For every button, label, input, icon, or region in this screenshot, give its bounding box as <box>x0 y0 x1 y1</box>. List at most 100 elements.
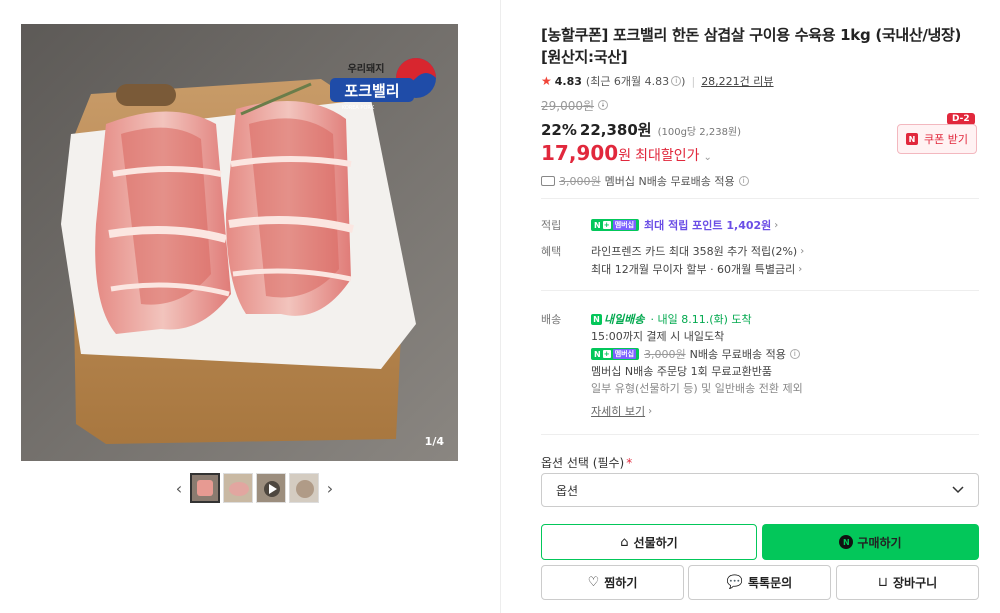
original-price: 29,000원 <box>541 98 595 113</box>
coupon-label: 쿠폰 받기 <box>924 133 968 146</box>
coupon-button[interactable]: N 쿠폰 받기 <box>897 124 977 154</box>
npay-n: N <box>594 349 601 359</box>
review-count-link[interactable]: 28,221건 리뷰 <box>701 73 773 89</box>
info-icon[interactable]: i <box>789 349 800 359</box>
svg-text:KOREA PORK: KOREA PORK <box>342 105 375 111</box>
more-details-text: 자세히 보기 <box>591 405 646 418</box>
exchange-text: 멤버십 N배송 주문당 1회 무료교환반품 <box>591 365 773 378</box>
option-select[interactable]: 옵션 <box>541 473 979 507</box>
buy-label: 구매하기 <box>857 535 902 550</box>
divider: | <box>691 74 696 88</box>
tomorrow-date: · 내일 8.11.(화) 도착 <box>650 313 752 326</box>
more-details-link[interactable]: 자세히 보기 › <box>591 403 652 419</box>
tomorrow-delivery-badge: N 내일배송 <box>591 311 644 327</box>
gift-button[interactable]: ⌂ 선물하기 <box>541 524 757 560</box>
required-mark: * <box>626 456 633 470</box>
rating-row: ★ 4.83 (최근 6개월 4.83 i ) | 28,221건 리뷰 <box>541 72 979 90</box>
product-title: [농할쿠폰] 포크밸리 한돈 삼겹살 구이용 수육용 1kg (국내산/냉장) … <box>541 26 962 66</box>
chevron-right-icon: › <box>798 263 803 275</box>
n-delivery-strike: 3,000원 <box>644 348 686 361</box>
next-image-arrow-icon[interactable]: › <box>322 473 338 503</box>
chevron-right-icon: › <box>774 219 779 231</box>
cutoff-row: 15:00까지 결제 시 내일도착 <box>591 328 724 344</box>
chevron-down-icon <box>952 486 964 494</box>
buy-button[interactable]: N 구매하기 <box>762 524 979 560</box>
delivery-label: 배송 <box>541 313 562 326</box>
coupon-n-icon: N <box>906 133 918 145</box>
npay-membership-badge: N + 멤버십 <box>591 348 640 360</box>
cutoff-text: 15:00까지 결제 시 내일도착 <box>591 330 725 343</box>
gift-icon: ⌂ <box>620 534 629 550</box>
product-gallery: 포크밸리 우리돼지 KOREA PORK 1/4 ‹ › <box>21 24 458 503</box>
benefit-line-2: 최대 12개월 무이자 할부 · 60개월 특별금리 <box>591 263 796 276</box>
svg-text:우리돼지: 우리돼지 <box>348 62 385 75</box>
product-info-panel: [농할쿠폰] 포크밸리 한돈 삼겹살 구이용 수육용 1kg (국내산/냉장) … <box>541 24 979 189</box>
exclusion-text: 일부 유형(선물하기 등) 및 일반배송 전환 제외 <box>591 382 803 395</box>
tomorrow-delivery-row: N 내일배송 · 내일 8.11.(화) 도착 <box>591 311 752 327</box>
npay-mem: 멤버십 <box>612 220 637 230</box>
truck-icon <box>541 176 555 186</box>
chevron-right-icon: › <box>648 405 653 417</box>
rating-recent: (최근 6개월 4.83 <box>585 75 670 88</box>
thumbnail-4[interactable] <box>289 473 319 503</box>
rating-value: 4.83 <box>554 74 582 88</box>
option-select-value: 옵션 <box>556 483 579 498</box>
gift-label: 선물하기 <box>633 535 678 550</box>
thumbnail-strip: ‹ › <box>171 473 338 503</box>
image-counter: 1/4 <box>424 435 444 448</box>
npay-mem: 멤버십 <box>612 349 637 359</box>
info-icon[interactable]: i <box>598 100 609 110</box>
n-delivery-row: N + 멤버십 3,000원 N배송 무료배송 적용 i <box>591 346 800 362</box>
exchange-row: 멤버십 N배송 주문당 1회 무료교환반품 <box>591 363 772 379</box>
option-label-text: 옵션 선택 (필수) <box>541 456 625 470</box>
chevron-right-icon: › <box>800 245 805 257</box>
unit-price: (100g당 2,238원) <box>657 127 742 138</box>
rating-recent-close: ) <box>681 74 686 88</box>
star-icon: ★ <box>541 74 552 88</box>
section-divider <box>541 198 979 199</box>
product-main-image[interactable]: 포크밸리 우리돼지 KOREA PORK 1/4 <box>21 24 458 461</box>
shipping-fee-strike: 3,000원 <box>559 175 601 188</box>
tomorrow-badge-text: 내일배송 <box>604 313 645 326</box>
chat-bubble-icon: 💬 <box>726 575 743 590</box>
benefits-label: 혜택 <box>541 245 562 258</box>
talk-label: 톡톡문의 <box>748 576 793 590</box>
option-label: 옵션 선택 (필수) * <box>541 454 632 471</box>
benefit-line-1: 라인프렌즈 카드 최대 358원 추가 적립(2%) <box>591 245 798 258</box>
thumbnail-3-video[interactable] <box>256 473 286 503</box>
svg-text:포크밸리: 포크밸리 <box>344 82 399 100</box>
cart-button[interactable]: ⊔ 장바구니 <box>836 565 979 600</box>
sale-price: 22,380원 <box>579 121 652 139</box>
npay-plus: + <box>602 350 611 358</box>
section-divider <box>541 290 979 291</box>
npay-n: N <box>594 220 601 230</box>
points-row[interactable]: N + 멤버십 최대 적립 포인트 1,402원 › <box>591 217 778 233</box>
thumbnail-2[interactable] <box>223 473 253 503</box>
column-divider <box>500 0 501 613</box>
cart-label: 장바구니 <box>892 576 938 590</box>
talk-inquiry-button[interactable]: 💬 톡톡문의 <box>688 565 831 600</box>
benefit-installment-row[interactable]: 최대 12개월 무이자 할부 · 60개월 특별금리 › <box>591 261 802 277</box>
wish-button[interactable]: ♡ 찜하기 <box>541 565 684 600</box>
n-icon: N <box>591 313 602 325</box>
original-price-row: 29,000원 i <box>541 97 979 113</box>
n-delivery-free: N배송 무료배송 적용 <box>689 348 786 361</box>
discount-rate: 22% <box>541 121 577 139</box>
max-discount-won: 원 <box>618 148 632 164</box>
max-discount-price: 17,900 <box>541 141 619 165</box>
points-label: 적립 <box>541 219 562 232</box>
wish-label: 찜하기 <box>604 576 638 590</box>
section-divider <box>541 434 979 435</box>
shipping-text: 멤버십 N배송 무료배송 적용 <box>604 175 735 188</box>
npay-membership-badge: N + 멤버십 <box>591 219 640 231</box>
info-icon[interactable]: i <box>738 176 749 186</box>
points-text: 최대 적립 포인트 1,402원 <box>644 219 772 232</box>
thumbnail-1[interactable] <box>190 473 220 503</box>
info-icon[interactable]: i <box>671 76 682 86</box>
benefit-card-row[interactable]: 라인프렌즈 카드 최대 358원 추가 적립(2%) › <box>591 243 804 259</box>
npay-n-icon: N <box>839 535 854 549</box>
shopping-bag-icon: ⊔ <box>877 575 888 590</box>
prev-image-arrow-icon[interactable]: ‹ <box>171 473 187 503</box>
shipping-row: 3,000원 멤버십 N배송 무료배송 적용 i <box>541 173 979 189</box>
max-discount-label: 최대할인가 <box>635 148 700 164</box>
